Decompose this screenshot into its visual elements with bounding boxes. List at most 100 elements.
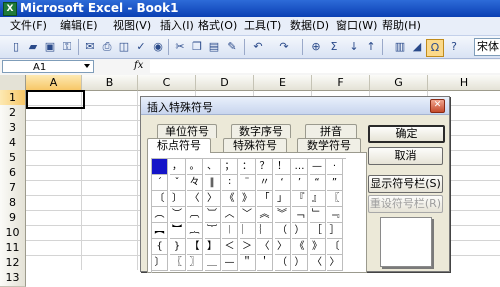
- column-header-c[interactable]: C: [138, 75, 196, 91]
- cut-icon[interactable]: ✂: [172, 39, 188, 55]
- symbol-cell[interactable]: ；: [222, 159, 238, 175]
- fx-label[interactable]: fx: [134, 60, 143, 71]
- symbol-cell[interactable]: ˇ: [169, 175, 186, 191]
- print-icon[interactable]: ⎙: [99, 39, 115, 55]
- menu-data[interactable]: 数据(D): [290, 18, 329, 34]
- symbol-cell[interactable]: ˊ: [152, 175, 168, 191]
- symbol-cell[interactable]: ︵: [152, 207, 168, 223]
- tab-punctuation[interactable]: 标点符号: [147, 138, 211, 153]
- menu-tools[interactable]: 工具(T): [244, 18, 281, 34]
- symbol-cell[interactable]: ︶: [169, 207, 186, 223]
- symbol-cell[interactable]: ︽: [257, 207, 273, 223]
- symbol-cell[interactable]: 〕: [169, 191, 186, 207]
- symbol-cell[interactable]: 〖: [327, 191, 343, 207]
- symbol-cell[interactable]: 〈: [309, 255, 326, 271]
- column-header-h[interactable]: H: [428, 75, 500, 91]
- copy-icon[interactable]: ❐: [189, 39, 205, 55]
- symbol-cell[interactable]: ］: [327, 223, 343, 239]
- symbol-cell[interactable]: ¨: [239, 175, 256, 191]
- symbol-cell[interactable]: ︸: [204, 223, 221, 239]
- symbol-cell[interactable]: 〔: [327, 239, 343, 255]
- column-header-f[interactable]: F: [312, 75, 370, 91]
- symbol-cell[interactable]: 〉: [204, 191, 221, 207]
- symbol-cell[interactable]: ·: [327, 159, 343, 175]
- email-icon[interactable]: ✉: [82, 39, 98, 55]
- menu-file[interactable]: 文件(F): [10, 18, 47, 34]
- tab-math-symbols[interactable]: 数学符号: [297, 138, 361, 152]
- symbol-cell[interactable]: 《: [292, 239, 308, 255]
- symbol-cell[interactable]: —: [309, 159, 326, 175]
- close-icon[interactable]: ✕: [430, 99, 445, 113]
- symbol-cell[interactable]: ∶: [222, 175, 238, 191]
- symbol-cell[interactable]: ）: [292, 223, 308, 239]
- row-header-13[interactable]: 13: [0, 270, 26, 287]
- symbol-cell[interactable]: 〖: [169, 255, 186, 271]
- symbol-cell[interactable]: ﹂: [309, 207, 326, 223]
- symbol-cell[interactable]: ’: [292, 175, 308, 191]
- symbol-cell[interactable]: “: [309, 175, 326, 191]
- research-icon[interactable]: ◉: [150, 39, 166, 55]
- symbol-cell[interactable]: 『: [292, 191, 308, 207]
- tab-number-symbols[interactable]: 数字序号: [231, 124, 291, 138]
- symbol-cell[interactable]: ︻: [152, 223, 168, 239]
- symbol-cell[interactable]: 〃: [257, 175, 273, 191]
- symbol-cell[interactable]: {: [152, 239, 168, 255]
- symbol-cell[interactable]: ﹁: [292, 207, 308, 223]
- symbol-cell[interactable]: 「: [257, 191, 273, 207]
- symbol-cell[interactable]: 》: [239, 191, 256, 207]
- symbol-cell[interactable]: 〉: [327, 255, 343, 271]
- symbol-cell[interactable]: ＂: [239, 255, 256, 271]
- sort-ascending-icon[interactable]: ↓: [346, 39, 362, 55]
- symbol-cell[interactable]: ︺: [204, 207, 221, 223]
- spelling-icon[interactable]: ✓: [133, 39, 149, 55]
- chart-wizard-icon[interactable]: ▥: [392, 39, 408, 55]
- column-header-d[interactable]: D: [196, 75, 254, 91]
- tab-unit-symbols[interactable]: 单位符号: [157, 124, 217, 138]
- hyperlink-icon[interactable]: ⊕: [308, 39, 324, 55]
- symbol-cell[interactable]: ＞: [239, 239, 256, 255]
- symbol-cell[interactable]: ：: [239, 159, 256, 175]
- symbol-cell[interactable]: 』: [309, 191, 326, 207]
- symbol-cell[interactable]: …: [292, 159, 308, 175]
- symbol-cell[interactable]: 《: [222, 191, 238, 207]
- drawing-icon[interactable]: ◢: [409, 39, 425, 55]
- menu-insert[interactable]: 插入(I): [160, 18, 194, 34]
- sort-descending-icon[interactable]: ↑: [363, 39, 379, 55]
- excel-icon[interactable]: X: [3, 2, 17, 16]
- symbol-cell[interactable]: 。: [187, 159, 203, 175]
- symbol-cell[interactable]: ＇: [257, 255, 273, 271]
- menu-help[interactable]: 帮助(H): [382, 18, 421, 34]
- menu-edit[interactable]: 编辑(E): [60, 18, 98, 34]
- symbol-cell[interactable]: 〕: [152, 255, 168, 271]
- select-all-corner[interactable]: [0, 75, 26, 91]
- formula-input[interactable]: [150, 60, 500, 73]
- active-cell-a1[interactable]: [26, 90, 85, 109]
- print-preview-icon[interactable]: ◫: [116, 39, 132, 55]
- symbol-cell[interactable]: ＿: [204, 255, 221, 271]
- format-painter-icon[interactable]: ✎: [224, 39, 240, 55]
- symbol-cell[interactable]: 】: [204, 239, 221, 255]
- new-icon[interactable]: ▯: [8, 39, 24, 55]
- symbol-cell[interactable]: 、: [204, 159, 221, 175]
- tab-pinyin[interactable]: 拼音: [305, 124, 357, 138]
- symbol-cell[interactable]: }: [169, 239, 186, 255]
- symbol-cell[interactable]: ”: [327, 175, 343, 191]
- column-header-g[interactable]: G: [370, 75, 428, 91]
- paste-icon[interactable]: ▤: [206, 39, 222, 55]
- symbol-cell[interactable]: 〈: [187, 191, 203, 207]
- symbol-cell[interactable]: ︿: [222, 207, 238, 223]
- symbol-cell[interactable]: ？: [257, 159, 273, 175]
- insert-symbol-icon[interactable]: Ω: [426, 39, 444, 57]
- ok-button[interactable]: 确定: [368, 125, 445, 143]
- show-symbol-toolbar-button[interactable]: 显示符号栏(S): [368, 175, 443, 193]
- symbol-cell[interactable]: ，: [169, 159, 186, 175]
- font-name-box[interactable]: 宋体: [474, 38, 500, 56]
- symbol-cell[interactable]: ﹃: [327, 207, 343, 223]
- column-header-e[interactable]: E: [254, 75, 312, 91]
- symbol-cell[interactable]: —: [222, 255, 238, 271]
- menu-view[interactable]: 视图(V): [113, 18, 151, 34]
- cancel-button[interactable]: 取消: [368, 147, 443, 165]
- symbol-cell[interactable]: ‖: [204, 175, 221, 191]
- menu-window[interactable]: 窗口(W): [336, 18, 377, 34]
- symbol-cell[interactable]: ︼: [169, 223, 186, 239]
